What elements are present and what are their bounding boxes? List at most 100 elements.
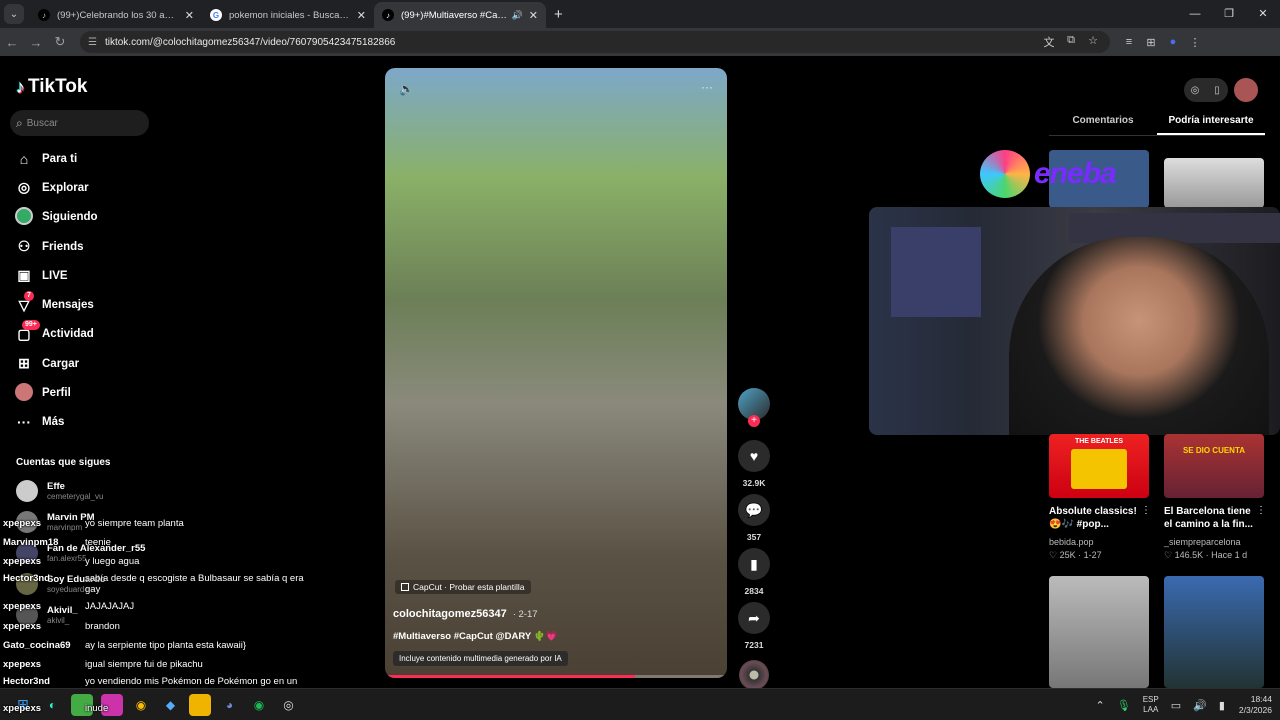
back-icon[interactable]: ←	[0, 35, 24, 50]
save-button[interactable]: ▮	[738, 548, 770, 580]
sidebar-item-actividad[interactable]: ▢ 99+ Actividad	[14, 319, 98, 349]
clock[interactable]: 18:44 2/3/2026	[1239, 694, 1272, 716]
extensions-icon[interactable]: ⊞	[1140, 36, 1162, 49]
tiktok-icon: ♪	[16, 76, 25, 97]
share-button[interactable]: ➦	[738, 602, 770, 634]
mobile-icon[interactable]: ▯	[1206, 78, 1228, 102]
site-info-icon[interactable]: ☰	[88, 37, 97, 48]
close-tab-icon[interactable]: ✕	[357, 9, 366, 22]
following-account[interactable]: Effe cemeterygal_vu	[16, 480, 103, 502]
chat-user: xpepexs	[3, 659, 42, 670]
music-disc-icon[interactable]	[739, 660, 769, 690]
sidebar-item-label: Perfil	[42, 387, 71, 400]
network-icon[interactable]: ▭	[1171, 699, 1181, 712]
recommended-video-thumbnail[interactable]	[1049, 576, 1149, 688]
sidebar-item-mensajes[interactable]: ▽ 7 Mensajes	[14, 290, 98, 319]
sidebar-item-mas[interactable]: ··· Más	[14, 408, 98, 437]
wall-poster	[891, 227, 981, 317]
video-author[interactable]: colochitagomez56347 · 2-17	[393, 608, 538, 620]
video-player[interactable]: 🔈 ··· CapCut · Probar esta plantilla col…	[385, 68, 727, 678]
card-author[interactable]: bebida.pop	[1049, 537, 1094, 547]
browser-tab-3[interactable]: ♪ (99+)#Multiaverso #CapCut 🔊 ✕	[374, 2, 546, 28]
volume-icon[interactable]: 🔊	[1193, 699, 1207, 712]
forward-icon[interactable]: →	[24, 35, 48, 50]
chat-user: xpepexs	[3, 556, 42, 567]
more-options-icon[interactable]: ···	[701, 80, 713, 94]
translate-icon[interactable]: 文	[1038, 34, 1060, 50]
top-right-controls: ◎ ▯	[1184, 78, 1258, 102]
bookmark-star-icon[interactable]: ☆	[1082, 34, 1104, 50]
like-button[interactable]: ♥	[738, 440, 770, 472]
chat-user: xpepexs	[3, 621, 42, 632]
tab-comentarios[interactable]: Comentarios	[1049, 110, 1157, 135]
sidebar-item-siguiendo[interactable]: Siguiendo	[14, 203, 98, 232]
tiktok-icon: ♪	[38, 9, 50, 21]
sidebar-item-friends[interactable]: ⚇ Friends	[14, 232, 98, 261]
recommended-video-thumbnail[interactable]: SE DIO CUENTA	[1164, 434, 1264, 498]
card-author[interactable]: _siempreparcelona	[1164, 537, 1241, 547]
sidebar-item-cargar[interactable]: ⊞ Cargar	[14, 349, 98, 378]
close-window-icon[interactable]: ✕	[1246, 0, 1280, 28]
browser-tab-bar: ⌄ ♪ (99+)Celebrando los 30 años de ✕ G p…	[0, 0, 1280, 28]
tab-search-button[interactable]: ⌄	[4, 4, 24, 24]
reload-icon[interactable]: ↻	[48, 34, 72, 50]
following-icon	[14, 206, 34, 228]
browser-tab-2[interactable]: G pokemon iniciales - Buscar con ✕	[202, 2, 374, 28]
chevron-up-icon[interactable]: ⌃	[1096, 699, 1105, 712]
chat-message: xpepexs y luego agua	[3, 556, 310, 567]
search-icon: ⌕	[16, 115, 23, 130]
thumbnail-caption: THE BEATLES	[1074, 438, 1124, 445]
volume-icon[interactable]: 🔈	[399, 82, 414, 96]
tab-title: pokemon iniciales - Buscar con	[229, 9, 351, 21]
clock-time: 18:44	[1250, 694, 1272, 704]
restore-icon[interactable]: ❐	[1212, 0, 1246, 28]
tab-podria-interesarte[interactable]: Podría interesarte	[1157, 110, 1265, 135]
battery-icon[interactable]: ▮	[1219, 699, 1225, 712]
kebab-menu-icon[interactable]: ⋮	[1184, 36, 1206, 49]
creator-avatar[interactable]: +	[738, 388, 770, 427]
recommended-video-thumbnail[interactable]	[1164, 576, 1264, 688]
search-box[interactable]: ⌕	[10, 110, 149, 136]
logo-text: TikTok	[28, 76, 88, 97]
capcut-template-link[interactable]: CapCut · Probar esta plantilla	[395, 580, 531, 594]
language-region: LAA	[1143, 705, 1159, 714]
reading-list-icon[interactable]: ≡	[1118, 36, 1140, 49]
language-code: ESP	[1142, 695, 1159, 704]
user-avatar[interactable]	[1234, 78, 1258, 102]
card-more-icon[interactable]: ⋮	[1141, 505, 1151, 516]
address-bar[interactable]: ☰ tiktok.com/@colochitagomez56347/video/…	[80, 31, 1110, 53]
like-count: 32.9K	[742, 478, 766, 488]
sidebar-item-perfil[interactable]: Perfil	[14, 378, 98, 407]
browser-tab-1[interactable]: ♪ (99+)Celebrando los 30 años de ✕	[30, 2, 202, 28]
follow-plus-icon[interactable]: +	[748, 415, 760, 427]
live-icon: ▣	[17, 267, 31, 284]
video-caption[interactable]: #Multiaverso #CapCut @DARY 🌵💗	[393, 631, 557, 642]
sidebar-item-live[interactable]: ▣ LIVE	[14, 261, 98, 290]
close-tab-icon[interactable]: ✕	[185, 9, 194, 22]
minimize-icon[interactable]: —	[1178, 0, 1212, 28]
sidebar-item-para-ti[interactable]: ⌂ Para ti	[14, 144, 98, 173]
recommended-video-thumbnail[interactable]: THE BEATLES	[1049, 434, 1149, 498]
input-language[interactable]: ESP LAA	[1143, 695, 1159, 715]
comment-button[interactable]: 💬	[738, 494, 770, 526]
tab-title: (99+)Celebrando los 30 años de	[57, 9, 179, 21]
microphone-icon[interactable]: 🎙	[1117, 699, 1131, 712]
card-more-icon[interactable]: ⋮	[1256, 505, 1266, 516]
compass-icon[interactable]: ◎	[1184, 78, 1206, 102]
profile-avatar-icon[interactable]: ●	[1162, 36, 1184, 49]
install-icon[interactable]: ⧉	[1060, 34, 1082, 50]
speaker-icon[interactable]: 🔊	[512, 10, 523, 21]
close-tab-icon[interactable]: ✕	[529, 9, 538, 22]
heart-icon: ♡	[1164, 550, 1173, 560]
new-tab-button[interactable]: +	[554, 6, 563, 23]
clock-date: 2/3/2026	[1238, 705, 1272, 715]
chat-text: brandon	[85, 621, 120, 632]
recommended-video-thumbnail[interactable]	[1164, 158, 1264, 208]
card-title[interactable]: Absolute classics! 😍🎶 #pop...	[1049, 505, 1139, 531]
sidebar-item-explorar[interactable]: ◎ Explorar	[14, 173, 98, 202]
card-title[interactable]: El Barcelona tiene el camino a la fin...	[1164, 505, 1254, 531]
tiktok-logo[interactable]: ♪ TikTok	[16, 76, 87, 98]
search-input[interactable]	[26, 117, 137, 129]
account-handle: cemeterygal_vu	[47, 492, 104, 501]
video-progress-bar[interactable]	[385, 675, 727, 678]
